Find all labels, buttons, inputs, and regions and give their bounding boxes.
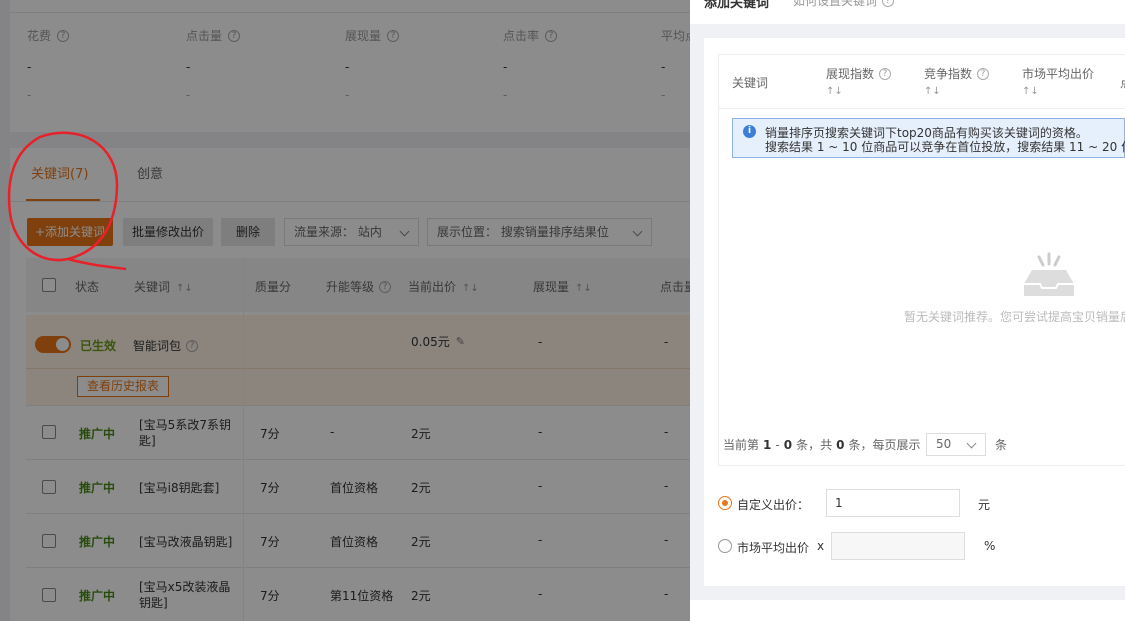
pagination-info: 当前第 1 - 0 条，共 0 条，每页展示: [723, 437, 921, 453]
annotation-circle: [7, 131, 127, 271]
sort-icon[interactable]: ↑↓: [1022, 83, 1094, 101]
market-bid-multiplier: x: [817, 539, 825, 553]
drawer-header-keyword: 关键词: [732, 76, 769, 90]
custom-bid-input[interactable]: 1: [826, 489, 960, 517]
page-size-select[interactable]: 50: [926, 433, 986, 456]
info-icon: i: [743, 125, 756, 138]
chevron-down-icon: [966, 438, 977, 449]
sort-icon[interactable]: ↑↓: [826, 83, 891, 101]
empty-box-icon: [1024, 252, 1074, 296]
help-icon: ?: [882, 0, 895, 7]
sort-icon[interactable]: ↑↓: [924, 83, 989, 101]
info-text-2: 搜索结果 1 ~ 10 位商品可以竞争在首位投放，搜索结果 11 ~ 20 位: [765, 140, 1125, 154]
market-bid-input[interactable]: [831, 532, 965, 560]
info-banner: i 销量排序页搜索关键词下top20商品有购买该关键词的资格。 搜索结果 1 ~…: [732, 118, 1125, 158]
market-bid-label: 市场平均出价: [737, 541, 810, 555]
custom-bid-unit: 元: [978, 498, 991, 512]
drawer-header: 添加关键词 如何设置关键词?: [690, 0, 1125, 24]
drawer-header-divider: [718, 108, 1125, 109]
add-keyword-drawer: 添加关键词 如何设置关键词? 关键词 展现指数? ↑↓ 竞争指数? ↑↓ 市场平…: [690, 0, 1125, 621]
drawer-subtitle[interactable]: 如何设置关键词?: [793, 0, 895, 9]
drawer-header-impression-index[interactable]: 展现指数? ↑↓: [826, 65, 892, 101]
drawer-header-more: 点: [1120, 74, 1125, 91]
drawer-header-competition-index[interactable]: 竞争指数? ↑↓: [924, 65, 990, 101]
custom-bid-label: 自定义出价：: [737, 498, 810, 512]
market-bid-unit: %: [984, 539, 996, 553]
help-icon: ?: [879, 68, 892, 80]
drawer-title: 添加关键词: [704, 0, 770, 11]
custom-bid-radio[interactable]: [718, 496, 732, 510]
drawer-header-market-avg-bid[interactable]: 市场平均出价 ↑↓: [1022, 65, 1094, 101]
help-icon: ?: [977, 68, 990, 80]
drawer-footer: [690, 600, 1125, 621]
page-size-unit: 条: [995, 438, 1008, 452]
empty-text: 暂无关键词推荐。您可尝试提高宝贝销量后: [904, 310, 1125, 324]
market-bid-radio[interactable]: [718, 539, 732, 553]
modal-overlay[interactable]: [0, 0, 690, 621]
